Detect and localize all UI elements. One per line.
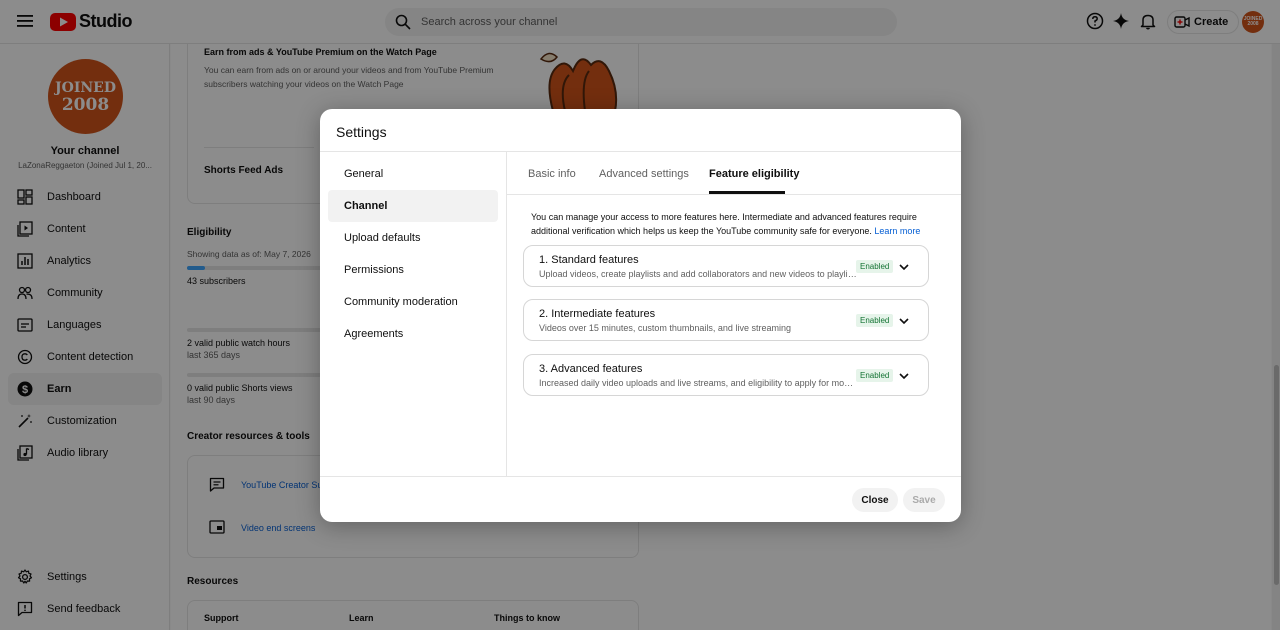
feature-title: 2. Intermediate features: [539, 308, 656, 320]
learn-more-link[interactable]: Learn more: [874, 226, 920, 236]
feature-description: Increased daily video uploads and live s…: [539, 378, 857, 388]
settings-nav-permissions[interactable]: Permissions: [328, 254, 498, 286]
settings-nav-channel[interactable]: Channel: [328, 190, 498, 222]
feature-row-advanced[interactable]: 3. Advanced features Increased daily vid…: [523, 354, 929, 396]
feature-row-standard[interactable]: 1. Standard features Upload videos, crea…: [523, 245, 929, 287]
tab-basic-info[interactable]: Basic info: [528, 152, 576, 195]
settings-nav-community-moderation[interactable]: Community moderation: [328, 286, 498, 318]
status-badge: Enabled: [856, 314, 894, 327]
intro-text: You can manage your access to more featu…: [531, 212, 917, 236]
settings-dialog: Settings General Channel Upload defaults…: [320, 109, 961, 522]
chevron-down-icon[interactable]: [898, 370, 910, 382]
settings-nav-general[interactable]: General: [328, 158, 498, 190]
settings-nav: General Channel Upload defaults Permissi…: [328, 158, 498, 350]
feature-description: Videos over 15 minutes, custom thumbnail…: [539, 323, 791, 333]
status-badge: Enabled: [856, 260, 894, 273]
settings-nav-upload-defaults[interactable]: Upload defaults: [328, 222, 498, 254]
feature-description: Upload videos, create playlists and add …: [539, 269, 857, 279]
divider: [320, 476, 961, 477]
active-tab-indicator: [709, 191, 785, 194]
channel-settings-tabs: Basic info Advanced settings Feature eli…: [507, 152, 961, 195]
save-button[interactable]: Save: [903, 488, 945, 512]
close-button[interactable]: Close: [852, 488, 898, 512]
chevron-down-icon[interactable]: [898, 261, 910, 273]
settings-nav-agreements[interactable]: Agreements: [328, 318, 498, 350]
feature-eligibility-intro: You can manage your access to more featu…: [531, 211, 921, 238]
dialog-title: Settings: [336, 124, 387, 140]
feature-title: 3. Advanced features: [539, 363, 643, 375]
status-badge: Enabled: [856, 369, 894, 382]
tab-advanced-settings[interactable]: Advanced settings: [599, 152, 689, 195]
feature-title: 1. Standard features: [539, 254, 639, 266]
divider: [506, 152, 507, 476]
chevron-down-icon[interactable]: [898, 315, 910, 327]
feature-row-intermediate[interactable]: 2. Intermediate features Videos over 15 …: [523, 299, 929, 341]
tab-feature-eligibility[interactable]: Feature eligibility: [709, 152, 799, 195]
